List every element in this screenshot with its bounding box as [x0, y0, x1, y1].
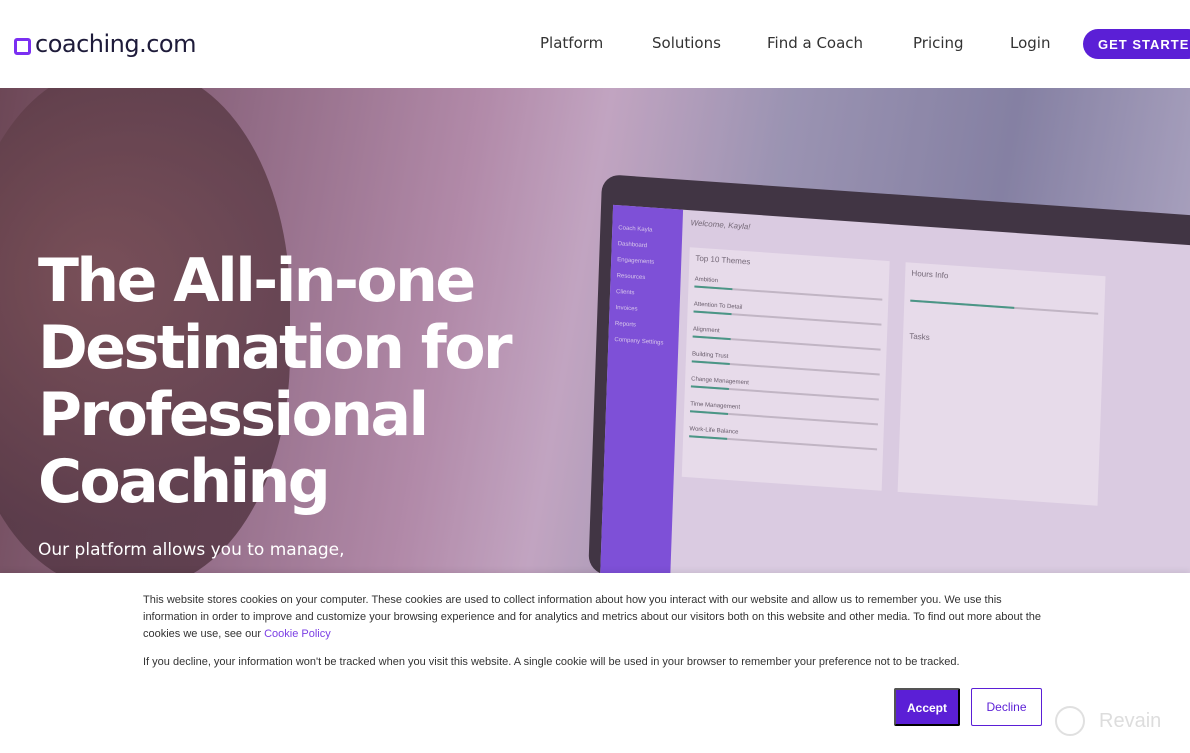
hero-title-line: The All-in-one: [38, 246, 476, 316]
cookie-policy-link[interactable]: Cookie Policy: [264, 628, 331, 640]
cookie-decline-text: If you decline, your information won't b…: [143, 656, 960, 668]
logo[interactable]: coaching.com: [14, 30, 197, 58]
logo-icon: [14, 37, 31, 55]
nav-solutions[interactable]: Solutions: [652, 34, 721, 52]
hero-subtitle: Our platform allows you to manage,: [38, 540, 345, 560]
nav-find-a-coach[interactable]: Find a Coach: [767, 34, 863, 52]
nav-login[interactable]: Login: [1010, 34, 1050, 52]
revain-logo-icon: [1055, 706, 1085, 736]
hero-title-line: Coaching: [38, 447, 331, 517]
revain-watermark: Revain: [1055, 706, 1161, 736]
get-started-button[interactable]: GET STARTED: [1083, 29, 1190, 59]
hero-title: The All-in-one Destination for Professio…: [38, 246, 513, 517]
top-nav: coaching.com Platform Solutions Find a C…: [0, 0, 1190, 88]
hero-title-line: Professional: [38, 380, 429, 450]
cookie-banner: This website stores cookies on your comp…: [0, 573, 1190, 753]
nav-platform[interactable]: Platform: [540, 34, 603, 52]
hero-title-line: Destination for: [38, 313, 513, 383]
nav-pricing[interactable]: Pricing: [913, 34, 964, 52]
logo-text: coaching.com: [35, 30, 197, 58]
revain-text: Revain: [1099, 709, 1162, 732]
accept-button[interactable]: Accept: [894, 688, 960, 726]
hero: Coach Kayla Dashboard Engagements Resour…: [0, 88, 1190, 573]
cookie-text: This website stores cookies on your comp…: [143, 592, 1053, 643]
decline-button[interactable]: Decline: [971, 688, 1042, 726]
